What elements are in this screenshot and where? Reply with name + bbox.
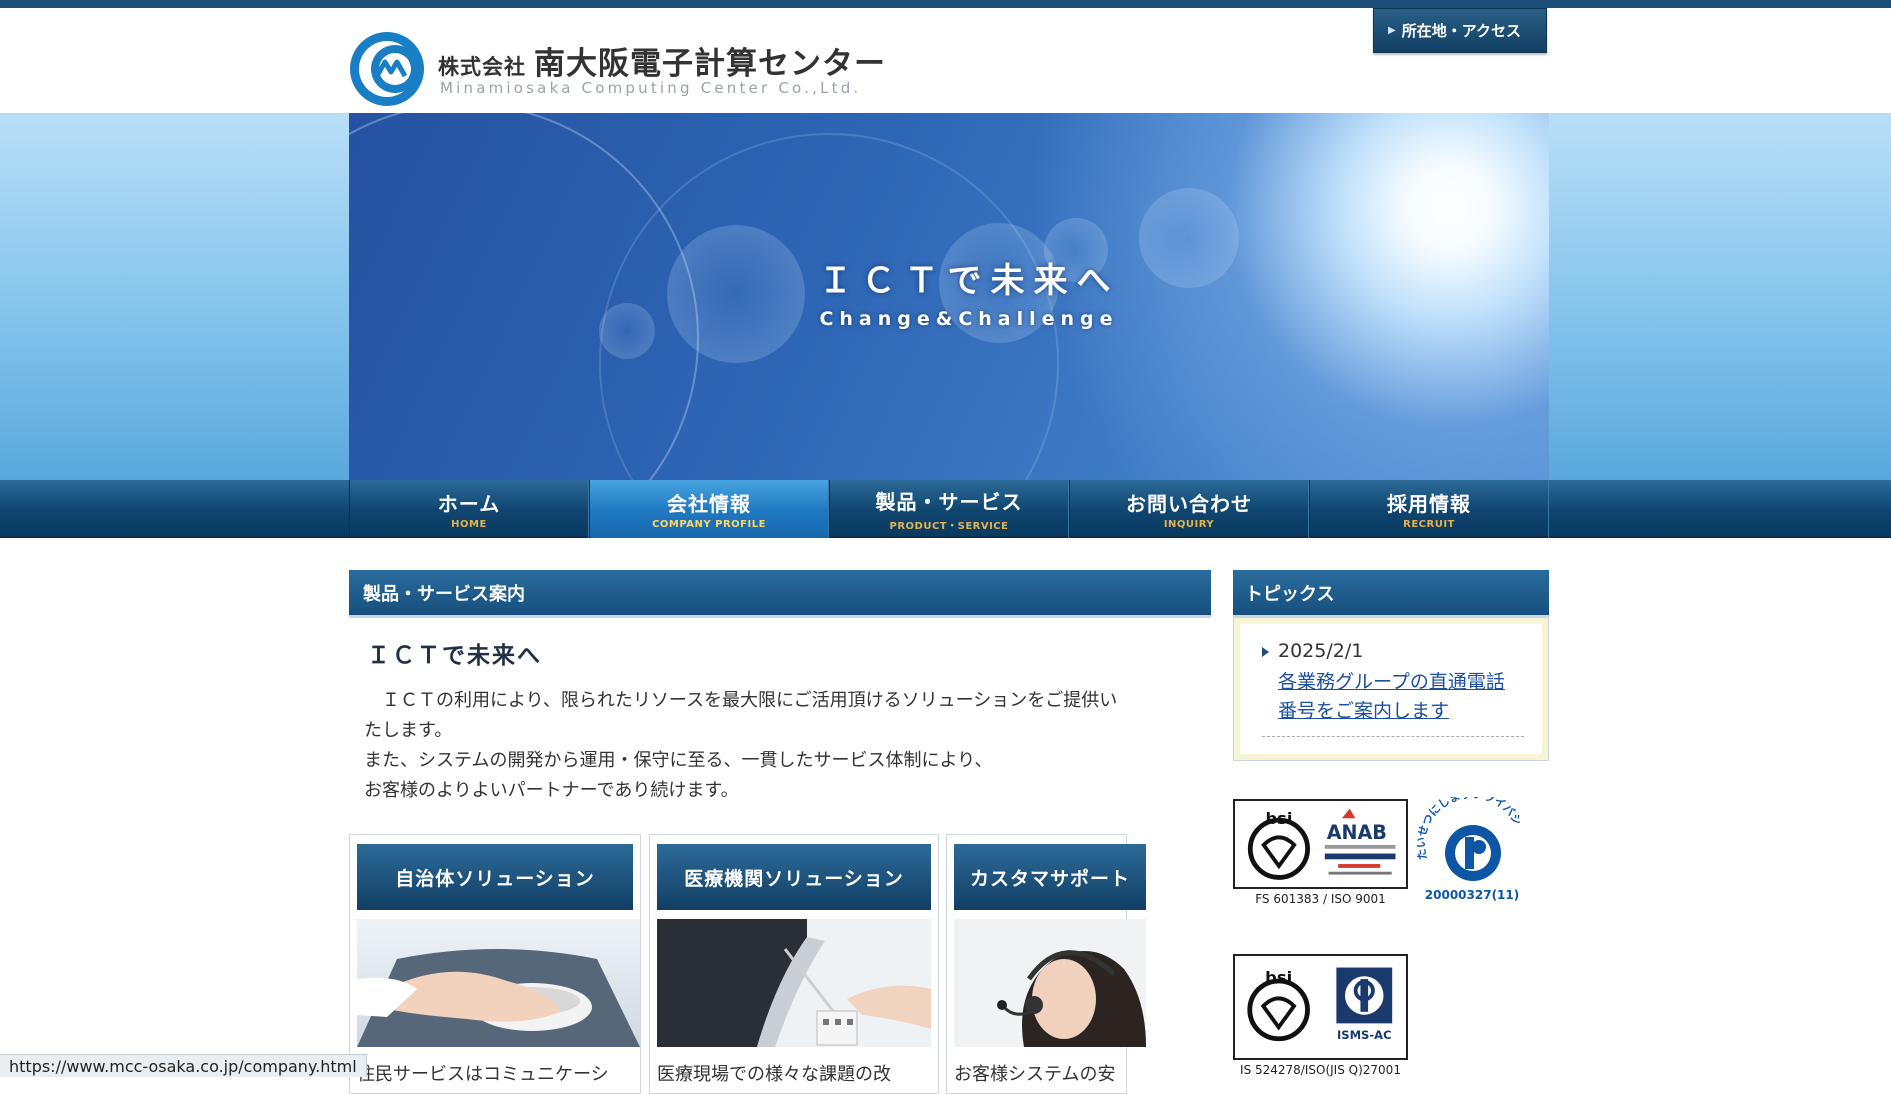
solution-cards: 自治体ソリューション 住民サービスはコミュニケーシ 医療機関ソリューション 医療… [349,834,1211,1094]
site-header: 株式会社 南大阪電子計算センター Minamiosaka Computing Ce… [0,8,1891,113]
cert1-bsi-text: bsi [1266,809,1293,828]
access-button-label: 所在地・アクセス [1401,22,1521,40]
company-name[interactable]: 株式会社 南大阪電子計算センター [438,38,886,83]
mouse-hand-photo[interactable] [357,919,640,1047]
privacy-mark-icon[interactable]: たいせつにしますプライバシー 20000327(11) [1413,797,1531,905]
nav-item-label: 製品・サービス [875,490,1023,514]
global-nav-band: ホーム HOME 会社情報 COMPANY PROFILE 製品・サービス PRODU… [0,480,1891,538]
nav-item-home[interactable]: ホーム HOME [349,480,589,538]
nav-item-label: 会社情報 [667,492,751,516]
cert1-anab-text: ANAB [1327,821,1387,844]
company-logo-icon[interactable] [347,30,427,108]
nav-item-sublabel: PRODUCT・SERVICE [889,521,1009,532]
iso9001-certification-icon[interactable]: bsi ANAB [1233,799,1408,889]
topics-box: 2025/2/1 各業務グループの直通電話 番号をご案内します [1233,618,1549,761]
section-title: 製品・サービス案内 [349,570,1211,618]
lead-line: ＩＣＴの利用により、限られたリソースを最大限にご活用頂けるソリューションをご提供… [364,690,1118,711]
nav-item-inquiry[interactable]: お問い合わせ INQUIRY [1069,480,1309,538]
card-title[interactable]: カスタマサポート [954,844,1146,910]
lead-title: ＩＣＴで未来へ [367,643,542,669]
hero-banner: ＩＣＴで未来へ Change&Challenge [349,113,1549,480]
cert2-isms-text: ISMS-AC [1337,1028,1392,1042]
lead-text: ＩＣＴの利用により、限られたリソースを最大限にご活用頂けるソリューションをご提供… [364,686,1199,806]
nav-item-sublabel: HOME [451,519,487,530]
topic-link-line: 各業務グループの直通電話 [1278,671,1505,693]
lead-line: お客様のよりよいパートナーであり続けます。 [364,780,739,801]
lead-line: また、システムの開発から運用・保守に至る、一貫したサービス体制により、 [364,750,993,771]
topics-title: トピックス [1233,570,1549,618]
access-button[interactable]: ▶ 所在地・アクセス [1373,8,1547,53]
topic-link[interactable]: 各業務グループの直通電話 番号をご案内します [1278,668,1524,726]
company-prefix: 株式会社 [438,55,526,79]
card-customer-support[interactable]: カスタマサポート お客様システムの安 [946,834,1146,1094]
company-name-en: Minamiosaka Computing Center Co.,Ltd. [440,79,862,97]
nav-item-sublabel: COMPANY PROFILE [652,519,766,530]
nav-item-recruit[interactable]: 採用情報 RECRUIT [1309,480,1549,538]
nav-item-label: 採用情報 [1387,492,1471,516]
lead-line: たします。 [364,720,453,741]
global-nav: ホーム HOME 会社情報 COMPANY PROFILE 製品・サービス PRODU… [349,480,1549,538]
company-name-main: 南大阪電子計算センター [534,46,886,82]
nav-item-sublabel: RECRUIT [1403,519,1455,530]
card-title[interactable]: 自治体ソリューション [357,844,633,910]
iso27001-certification-icon[interactable]: bsi ISMS-AC [1233,954,1408,1060]
cert1-caption: FS 601383 / ISO 9001 [1255,892,1386,906]
card-medical-solution[interactable]: 医療機関ソリューション 医療現場での様々な課題の改 [649,834,939,1094]
privacy-number: 20000327(11) [1425,888,1519,902]
card-text: 医療現場での様々な課題の改 [657,1064,891,1085]
hero-band: ＩＣＴで未来へ Change&Challenge [0,113,1891,480]
card-title[interactable]: 医療機関ソリューション [657,844,931,910]
browser-status-url: https://www.mcc-osaka.co.jp/company.html [0,1054,367,1077]
card-municipal-solution[interactable]: 自治体ソリューション 住民サービスはコミュニケーシ [349,834,641,1094]
card-text: お客様システムの安 [954,1064,1116,1085]
nav-item-label: ホーム [437,492,501,516]
caret-right-icon: ▶ [1388,25,1396,36]
nav-item-label: お問い合わせ [1126,492,1252,516]
topics-list: 2025/2/1 各業務グループの直通電話 番号をご案内します [1240,624,1542,754]
card-text: 住民サービスはコミュニケーシ [357,1064,609,1085]
topic-divider [1262,736,1524,737]
headset-operator-photo[interactable] [954,919,1146,1047]
cert2-bsi-text: bsi [1265,968,1292,987]
topic-link-line: 番号をご案内します [1278,700,1450,722]
top-accent-bar [0,0,1891,8]
nav-item-sublabel: INQUIRY [1163,519,1215,530]
hero-subtitle: Change&Challenge [819,308,1119,330]
main-content: 製品・サービス案内 ＩＣＴで未来へ ＩＣＴの利用により、限られたリソースを最大限… [349,570,1211,806]
hero-title: ＩＣＴで未来へ [818,261,1120,301]
sidebar: トピックス 2025/2/1 各業務グループの直通電話 番号をご案内します [1233,570,1549,761]
topic-date: 2025/2/1 [1262,640,1524,662]
medical-monitor-photo[interactable] [657,919,931,1047]
nav-item-product-service[interactable]: 製品・サービス PRODUCT・SERVICE [829,480,1069,538]
nav-item-company-profile[interactable]: 会社情報 COMPANY PROFILE [589,480,829,538]
cert2-caption: IS 524278/ISO(JIS Q)27001 [1240,1063,1401,1077]
